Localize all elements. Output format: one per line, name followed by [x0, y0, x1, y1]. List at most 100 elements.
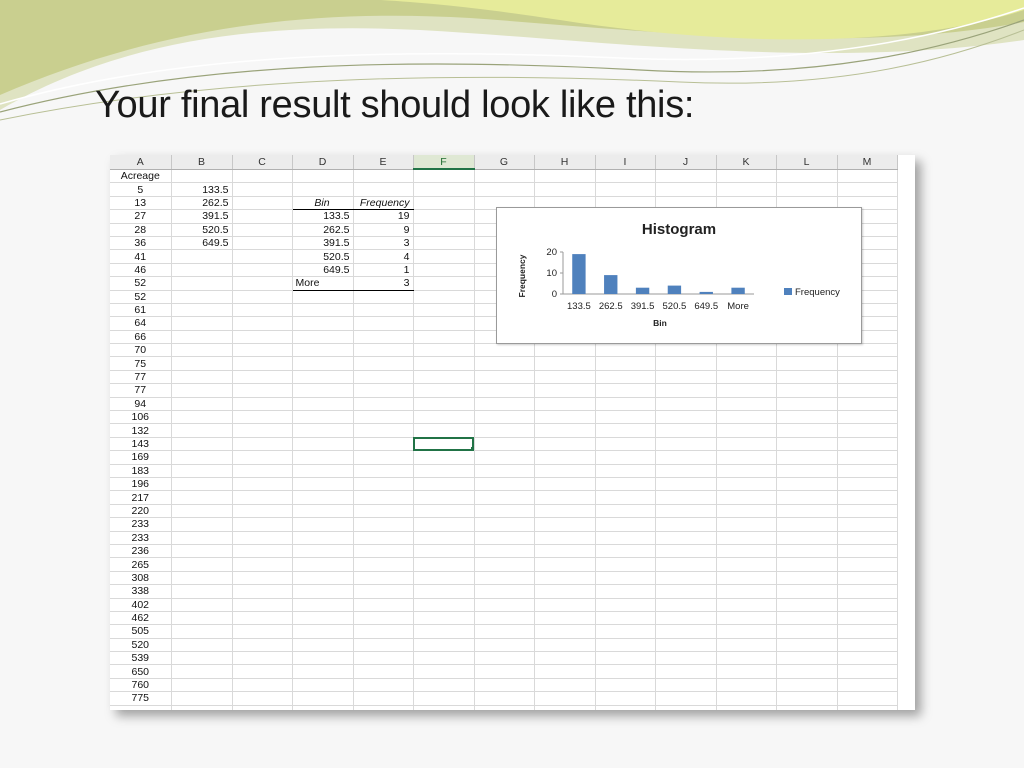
cell[interactable]	[171, 705, 233, 710]
cell[interactable]	[716, 370, 777, 385]
cell[interactable]	[534, 557, 596, 572]
column-header-l[interactable]: L	[776, 155, 838, 170]
cell[interactable]	[413, 196, 475, 211]
cell[interactable]	[534, 531, 596, 545]
cell[interactable]	[292, 531, 354, 545]
acreage-value[interactable]: 143	[110, 437, 172, 452]
cell[interactable]	[655, 383, 717, 398]
acreage-value[interactable]: 13	[110, 196, 172, 211]
cell[interactable]	[232, 249, 293, 264]
cell[interactable]	[292, 169, 354, 184]
acreage-value[interactable]: 760	[110, 678, 172, 693]
cell[interactable]	[171, 531, 233, 545]
acreage-value[interactable]: 650	[110, 664, 172, 679]
cell[interactable]	[595, 638, 656, 653]
cell[interactable]	[292, 464, 354, 478]
cell[interactable]	[595, 356, 656, 371]
cell[interactable]	[292, 397, 354, 412]
cell[interactable]	[232, 691, 293, 706]
cell[interactable]	[353, 504, 414, 519]
acreage-value[interactable]: 66	[110, 330, 172, 345]
cell[interactable]	[232, 290, 293, 304]
cell[interactable]	[534, 571, 596, 586]
cell[interactable]	[595, 437, 656, 452]
cell[interactable]	[655, 370, 717, 385]
cell[interactable]	[413, 678, 475, 693]
cell[interactable]	[474, 638, 535, 653]
cell[interactable]	[776, 651, 838, 666]
cell[interactable]	[474, 437, 535, 452]
cell[interactable]	[776, 557, 838, 572]
cell[interactable]	[716, 544, 777, 559]
cell[interactable]	[776, 343, 838, 358]
cell[interactable]	[353, 571, 414, 586]
cell[interactable]	[171, 330, 233, 345]
cell[interactable]	[837, 437, 898, 452]
cell[interactable]	[474, 464, 535, 478]
cell[interactable]	[534, 423, 596, 438]
cell[interactable]	[655, 678, 717, 693]
cell[interactable]	[534, 464, 596, 478]
cell[interactable]	[413, 544, 475, 559]
acreage-value[interactable]: 41	[110, 249, 172, 264]
cell[interactable]	[474, 383, 535, 398]
cell[interactable]	[776, 397, 838, 412]
cell[interactable]	[292, 316, 354, 331]
cell[interactable]	[776, 705, 838, 710]
cell[interactable]	[232, 370, 293, 385]
cell[interactable]	[232, 678, 293, 693]
cell[interactable]	[837, 370, 898, 385]
cell[interactable]	[413, 450, 475, 465]
cell[interactable]	[595, 450, 656, 465]
cell[interactable]	[534, 169, 596, 184]
cell[interactable]	[171, 410, 233, 425]
cell[interactable]	[232, 236, 293, 251]
cell[interactable]	[716, 397, 777, 412]
cell[interactable]	[232, 356, 293, 371]
cell[interactable]	[353, 356, 414, 371]
cell[interactable]	[413, 290, 475, 304]
cell[interactable]	[353, 611, 414, 626]
cell[interactable]	[232, 423, 293, 438]
cell[interactable]	[595, 598, 656, 612]
cell[interactable]	[413, 611, 475, 626]
cell[interactable]	[776, 370, 838, 385]
cell[interactable]	[413, 571, 475, 586]
cell[interactable]	[716, 611, 777, 626]
cell[interactable]	[595, 343, 656, 358]
cell[interactable]	[413, 705, 475, 710]
acreage-value[interactable]: 308	[110, 571, 172, 586]
cell[interactable]	[776, 531, 838, 545]
cell[interactable]	[413, 504, 475, 519]
cell[interactable]	[292, 383, 354, 398]
cell[interactable]	[474, 490, 535, 505]
cell[interactable]	[232, 611, 293, 626]
cell[interactable]	[655, 169, 717, 184]
cell[interactable]	[353, 370, 414, 385]
cell[interactable]	[716, 477, 777, 492]
bin-input-value[interactable]: 391.5	[171, 209, 233, 224]
cell[interactable]	[292, 437, 354, 452]
cell[interactable]	[171, 490, 233, 505]
cell[interactable]	[716, 464, 777, 478]
acreage-value[interactable]: 61	[110, 303, 172, 318]
cell[interactable]	[292, 490, 354, 505]
cell[interactable]	[655, 477, 717, 492]
cell[interactable]	[474, 370, 535, 385]
bin-input-value[interactable]: 649.5	[171, 236, 233, 251]
cell[interactable]	[232, 517, 293, 532]
cell[interactable]	[716, 571, 777, 586]
acreage-value[interactable]: 505	[110, 624, 172, 639]
cell[interactable]	[353, 678, 414, 693]
cell[interactable]	[534, 624, 596, 639]
cell[interactable]	[232, 490, 293, 505]
cell[interactable]	[534, 383, 596, 398]
acreage-value[interactable]: 520	[110, 638, 172, 653]
cell[interactable]	[655, 557, 717, 572]
cell[interactable]	[474, 423, 535, 438]
cell[interactable]	[413, 223, 475, 237]
cell[interactable]	[413, 316, 475, 331]
cell[interactable]	[171, 664, 233, 679]
cell[interactable]	[716, 343, 777, 358]
cell[interactable]	[655, 356, 717, 371]
